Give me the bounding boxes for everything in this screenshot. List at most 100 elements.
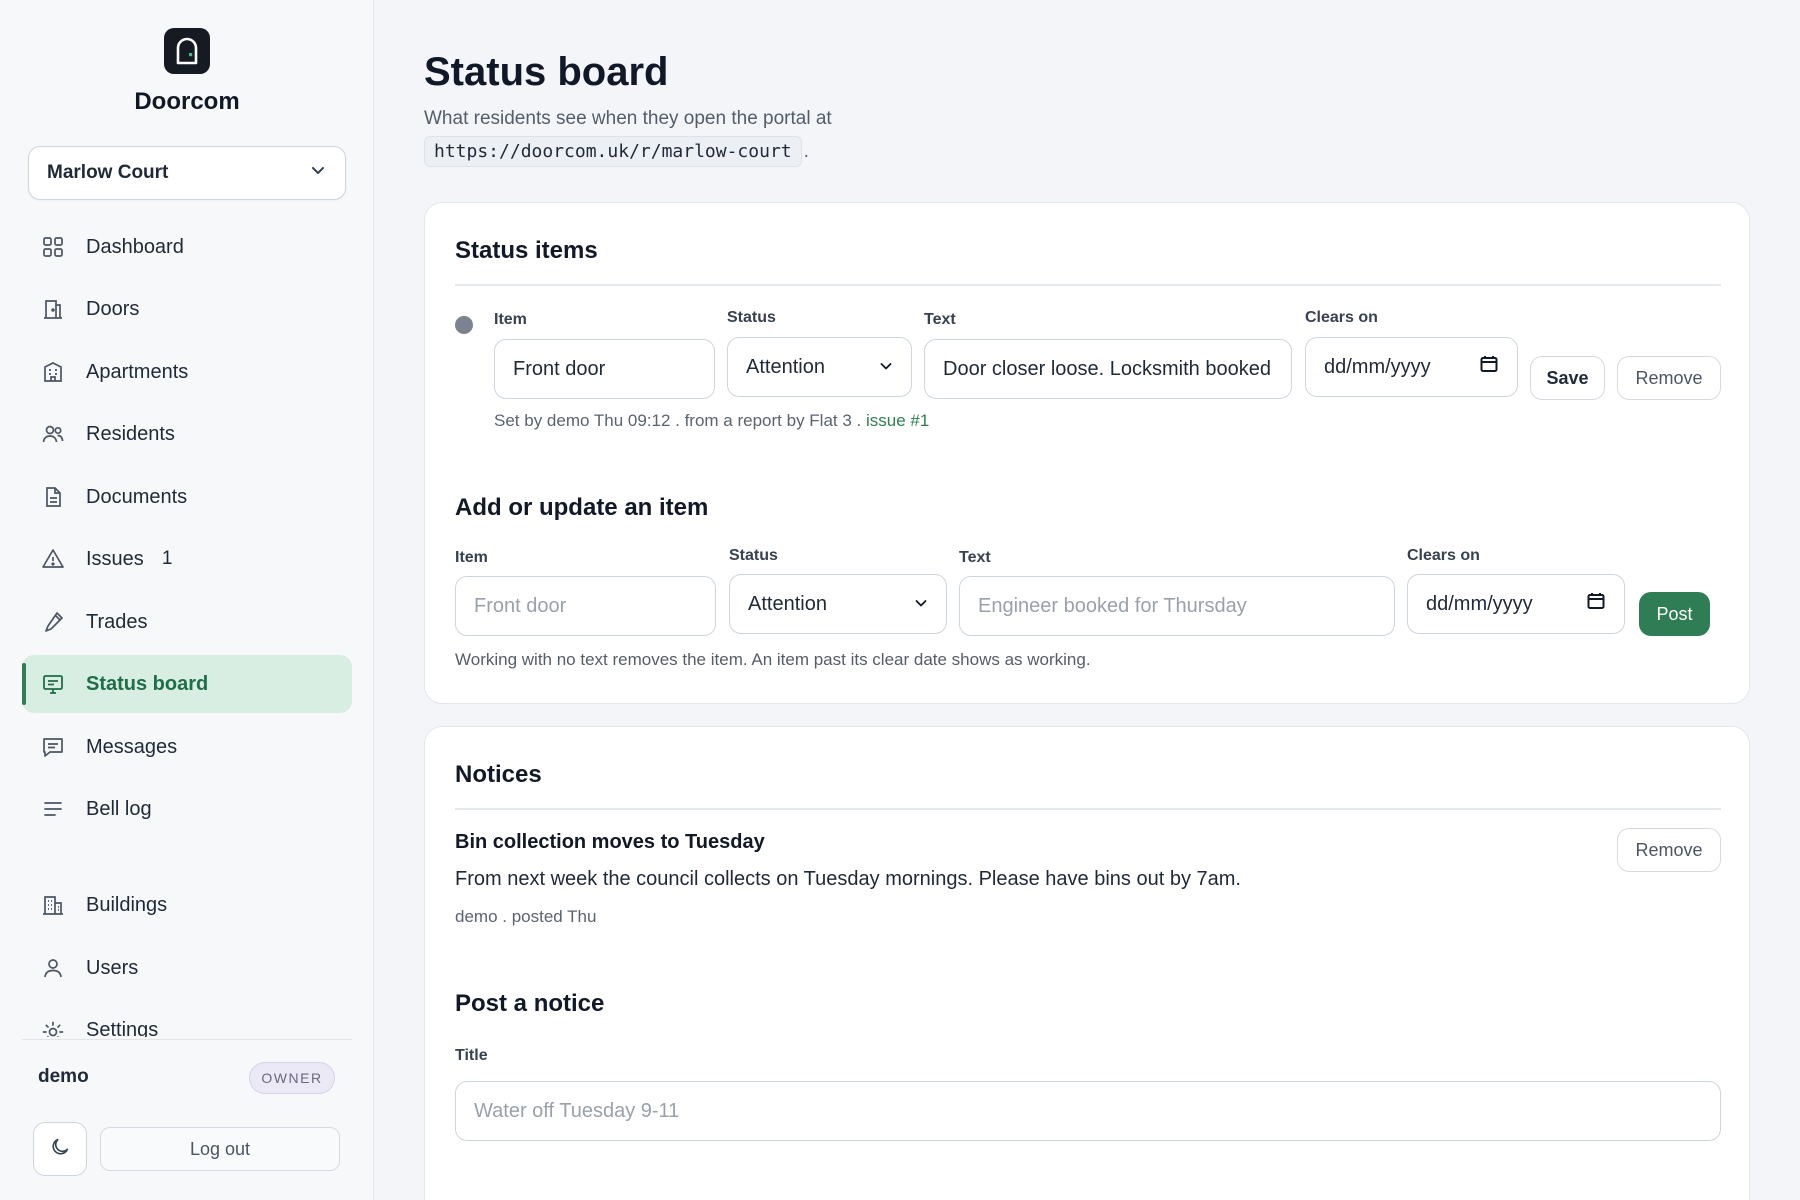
notice-title: Bin collection moves to Tuesday [455,831,765,853]
notice-title-input[interactable]: Water off Tuesday 9-11 [455,1081,1721,1141]
sidebar: Doorcom Marlow Court Dashboard Doors Apa… [0,0,374,1200]
wrench-icon [40,609,66,635]
text-input[interactable]: Door closer loose. Locksmith booked [924,339,1292,399]
issues-count-badge: 1 [161,548,173,569]
remove-notice-button[interactable]: Remove [1617,828,1721,872]
sidebar-item-messages[interactable]: Messages [22,718,352,776]
sidebar-item-label: Users [86,956,139,979]
chevron-down-icon [914,593,928,616]
card-divider [455,284,1721,286]
sidebar-item-label: Documents [86,485,188,508]
sidebar-item-dashboard[interactable]: Dashboard [22,218,352,276]
calendar-icon [1479,354,1499,380]
sidebar-item-label: Bell log [86,797,152,820]
notice-meta: demo . posted Thu [455,907,597,926]
notice-title-label: Title [455,1047,488,1064]
add-clears-on-date-input[interactable]: dd/mm/yyyy [1407,574,1625,634]
portal-url-line: https://doorcom.uk/r/marlow-court . [424,136,809,167]
status-select-value: Attention [746,355,825,378]
sidebar-item-doors[interactable]: Doors [22,280,352,338]
notice-body: From next week the council collects on T… [455,868,1241,890]
sidebar-item-label: Settings [86,1019,159,1037]
add-clears-on-value: dd/mm/yyyy [1426,592,1533,615]
card-divider [455,808,1721,810]
sidebar-item-label: Buildings [86,893,168,916]
status-label: Status [727,309,776,326]
building-select-value: Marlow Court [47,162,169,183]
current-user-name: demo [38,1066,89,1087]
sidebar-item-issues[interactable]: Issues 1 [22,530,352,588]
list-icon [40,796,66,822]
add-text-input[interactable]: Engineer booked for Thursday [959,576,1395,636]
sidebar-item-trades[interactable]: Trades [22,593,352,651]
chevron-down-icon [879,356,893,379]
notices-title: Notices [455,761,542,788]
status-indicator-dot [455,316,473,334]
status-item-meta: Set by demo Thu 09:12 . from a report by… [494,411,929,431]
add-item-hint: Working with no text removes the item. A… [455,650,1091,669]
clears-on-date-input[interactable]: dd/mm/yyyy [1305,337,1518,397]
sidebar-item-label: Dashboard [86,235,184,258]
status-items-card: Status items Item Status Text Clears on … [424,202,1750,704]
sidebar-item-label: Doors [86,297,140,320]
clears-on-label: Clears on [1305,309,1378,326]
building-icon [40,892,66,918]
sidebar-item-label: Residents [86,422,175,445]
theme-toggle-button[interactable] [33,1122,87,1176]
portal-url[interactable]: https://doorcom.uk/r/marlow-court [424,136,802,167]
user-icon [40,955,66,981]
add-item-input[interactable]: Front door [455,576,716,636]
building-select[interactable]: Marlow Court [28,146,346,200]
add-item-title: Add or update an item [455,494,709,521]
chevron-down-icon [309,161,327,185]
sidebar-divider [22,1039,352,1040]
sidebar-item-documents[interactable]: Documents [22,468,352,526]
sidebar-item-buildings[interactable]: Buildings [22,876,352,934]
page-subtitle: What residents see when they open the po… [424,108,832,129]
remove-status-button[interactable]: Remove [1617,356,1721,400]
door-icon [40,296,66,322]
document-icon [40,484,66,510]
save-button[interactable]: Save [1530,356,1605,400]
doorcom-logo-icon [164,28,210,74]
status-item-meta-text: Set by demo Thu 09:12 . from a report by… [494,411,862,430]
add-status-select[interactable]: Attention [729,574,947,634]
sidebar-item-label: Messages [86,735,178,758]
status-select[interactable]: Attention [727,337,912,397]
text-label: Text [924,311,956,328]
moon-icon [49,1136,71,1163]
add-item-label: Item [455,549,488,566]
add-status-select-value: Attention [748,592,827,615]
message-icon [40,734,66,760]
role-badge: OWNER [249,1062,335,1094]
add-clears-on-label: Clears on [1407,547,1480,564]
issue-link[interactable]: issue #1 [866,411,929,430]
grid-icon [40,234,66,260]
item-input[interactable]: Front door [494,339,715,399]
brand: Doorcom [0,28,374,116]
calendar-icon [1586,591,1606,617]
sidebar-item-label: Apartments [86,360,189,383]
sidebar-item-settings[interactable]: Settings [22,1001,352,1037]
add-status-label: Status [729,547,778,564]
sidebar-item-users[interactable]: Users [22,939,352,997]
monitor-icon [40,671,66,697]
logout-button[interactable]: Log out [100,1127,340,1171]
sidebar-item-label: Status board [86,672,209,695]
sidebar-item-residents[interactable]: Residents [22,405,352,463]
apartment-icon [40,359,66,385]
gear-icon [40,1019,66,1037]
status-items-title: Status items [455,237,598,264]
sidebar-item-bell-log[interactable]: Bell log [22,780,352,838]
residents-icon [40,421,66,447]
sidebar-item-apartments[interactable]: Apartments [22,343,352,401]
warning-icon [40,546,66,572]
brand-name: Doorcom [134,88,240,115]
portal-url-suffix: . [803,140,809,162]
add-text-label: Text [959,549,991,566]
sidebar-item-status-board[interactable]: Status board [22,655,352,713]
post-button[interactable]: Post [1639,592,1710,636]
sidebar-item-label: Trades [86,610,148,633]
item-label: Item [494,311,527,328]
page-title: Status board [424,50,669,94]
